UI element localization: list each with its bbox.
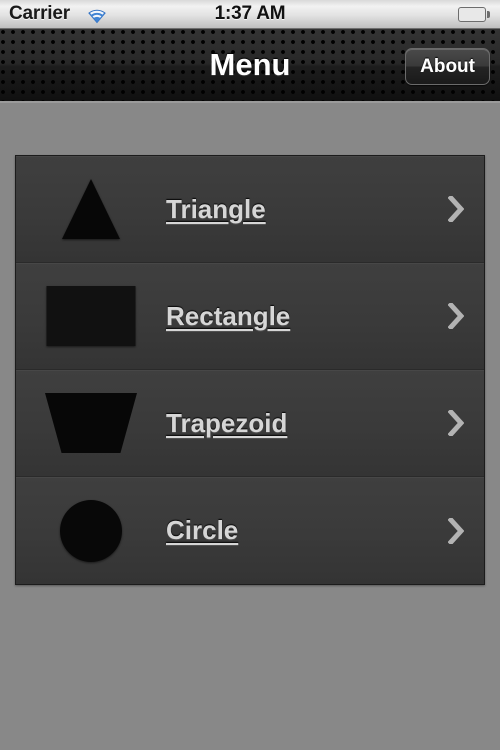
- shape-list: Triangle Rectangle Trapezoid Circle: [15, 155, 485, 585]
- page-title: Menu: [209, 47, 291, 82]
- navigation-bar: Menu About: [0, 29, 500, 103]
- list-item-circle[interactable]: Circle: [16, 477, 484, 584]
- list-item-triangle[interactable]: Triangle: [16, 156, 484, 263]
- rectangle-icon: [16, 263, 166, 370]
- status-time: 1:37 AM: [214, 3, 286, 24]
- status-bar: Carrier 1:37 AM: [0, 0, 500, 29]
- list-item-label: Rectangle: [166, 300, 291, 331]
- content-area: Triangle Rectangle Trapezoid Circle: [0, 103, 500, 748]
- list-item-label: Triangle: [166, 193, 266, 224]
- chevron-right-icon: [447, 515, 465, 546]
- list-item-label: Trapezoid: [166, 407, 288, 438]
- list-item-trapezoid[interactable]: Trapezoid: [16, 370, 484, 477]
- list-item-label: Circle: [166, 515, 239, 545]
- about-button[interactable]: About: [405, 48, 490, 85]
- triangle-icon: [16, 156, 166, 263]
- list-item-rectangle[interactable]: Rectangle: [16, 263, 484, 370]
- about-button-label: About: [420, 55, 475, 77]
- battery-icon: [458, 7, 490, 22]
- phone-screen: Carrier 1:37 AM Menu About Triangle Rect…: [0, 0, 500, 750]
- chevron-right-icon: [447, 301, 465, 331]
- chevron-right-icon: [447, 194, 465, 224]
- circle-icon: [16, 477, 166, 584]
- chevron-right-icon: [447, 408, 465, 438]
- trapezoid-icon: [16, 370, 166, 477]
